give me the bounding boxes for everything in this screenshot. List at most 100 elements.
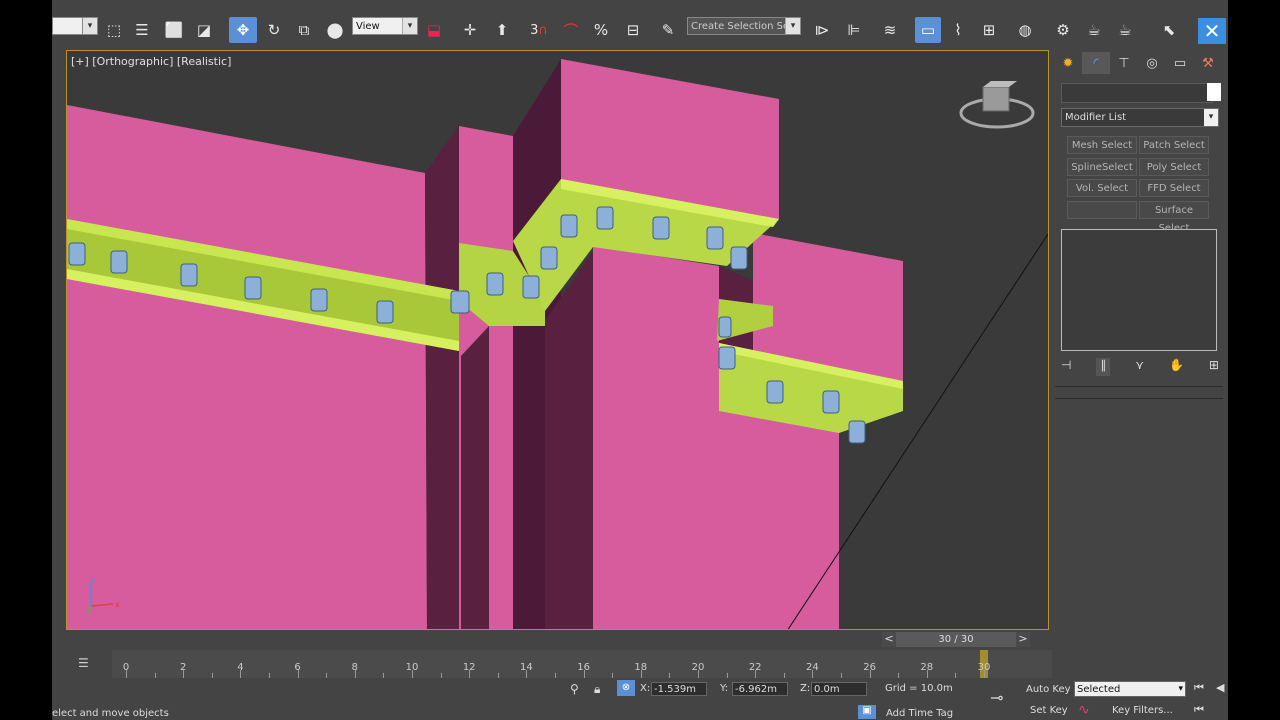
rotate-icon[interactable]: ↻ (262, 17, 286, 43)
time-slider-label[interactable]: 30 / 30 (896, 632, 1016, 647)
render-setup-icon[interactable]: ⚙ (1050, 17, 1076, 43)
time-slider[interactable]: < 30 / 30 > (882, 632, 1030, 647)
object-name-field[interactable] (1061, 83, 1213, 103)
align-icon[interactable]: ⊫ (842, 17, 866, 43)
rect-selection-icon[interactable]: ⬜ (163, 17, 185, 43)
lock-icon[interactable]: 🔒︎ (594, 682, 600, 697)
pivot-icon[interactable]: ⬓ (422, 17, 446, 43)
select-manipulate-icon[interactable]: ⬤ (324, 17, 346, 43)
reference-coord-dropdown[interactable]: View ▾ (352, 17, 418, 35)
surface-select-button[interactable]: Surface Select (1139, 201, 1209, 234)
named-selection-set-field[interactable]: Create Selection Se ▾ (687, 17, 801, 35)
create-tab-icon[interactable]: ✹ (1054, 52, 1082, 74)
pin-icon[interactable]: ⬉ (1156, 17, 1182, 43)
isolate-icon[interactable]: ⚲ (570, 682, 579, 696)
modify-tab-icon[interactable]: ◜ (1082, 52, 1110, 74)
timeline-tick-label: 20 (691, 662, 705, 673)
spinner-snap-icon[interactable]: ⊟ (620, 17, 646, 43)
x-coord-field[interactable]: -1.539m (651, 682, 707, 696)
add-time-tag[interactable]: Add Time Tag (886, 708, 953, 719)
z-coord-field[interactable]: 0.0m (811, 682, 867, 696)
timeline-tick-label: 6 (294, 662, 301, 673)
time-slider-prev[interactable]: < (882, 632, 896, 647)
select-by-name-icon[interactable]: ☰ (131, 17, 153, 43)
vol-select-button[interactable]: Vol. Select (1067, 179, 1137, 197)
chevron-down-icon: ▾ (402, 18, 417, 34)
key-filters-button[interactable]: Key Filters... (1112, 705, 1173, 716)
mesh-select-button[interactable]: Mesh Select (1067, 136, 1137, 154)
make-unique-icon[interactable]: ⋎ (1135, 358, 1144, 376)
chevron-down-icon: ▾ (1178, 684, 1183, 694)
object-color-swatch[interactable] (1207, 83, 1221, 101)
modifier-list-dropdown[interactable]: Modifier List ▾ (1061, 108, 1219, 127)
poly-select-button[interactable]: Poly Select (1139, 158, 1209, 176)
status-prompt: elect and move objects (52, 708, 169, 719)
command-panel: ✹ ◜ ⊤ ◎ ▭ ⚒ Modifier List ▾ Mesh Select P… (1052, 50, 1228, 672)
set-key-button[interactable]: Set Key (1030, 705, 1068, 716)
viewport-orthographic[interactable]: [+] [Orthographic] [Realistic] z x (66, 50, 1049, 630)
window-crossing-icon[interactable]: ◪ (193, 17, 215, 43)
track-bar[interactable]: 0 2 4 6 8 10 12 14 16 18 20 22 24 26 28 30 (112, 650, 1052, 678)
wall-left-side (425, 126, 459, 629)
move-icon[interactable]: ✥ (229, 17, 257, 43)
key-mode-dropdown[interactable]: Selected ▾ (1074, 681, 1186, 697)
select-object-icon[interactable]: ⬚ (103, 17, 125, 43)
auto-key-button[interactable]: Auto Key (1026, 684, 1071, 695)
schematic-view-icon[interactable]: ⊞ (976, 17, 1002, 43)
edit-named-sets-icon[interactable]: ✎ (656, 17, 680, 43)
layer-manager-icon[interactable]: ≋ (878, 17, 902, 43)
scene-render (67, 59, 1048, 629)
show-end-result-icon[interactable]: ∥ (1096, 358, 1111, 376)
snaps-toggle-icon[interactable]: 3 ∩ (526, 17, 552, 43)
axis-x-label: x (115, 600, 120, 609)
remove-modifier-icon[interactable]: ✋ (1169, 358, 1184, 376)
modifier-stack[interactable] (1061, 229, 1217, 351)
curve-editor-icon[interactable]: ⌇ (945, 17, 971, 43)
key-icon[interactable]: ⊸ (990, 688, 1003, 707)
timeline-tick (326, 673, 328, 678)
ffd-select-button[interactable]: FFD Select (1139, 179, 1209, 197)
axis-z-label: z (91, 575, 96, 584)
selection-filter-arrow[interactable]: ▾ (82, 17, 98, 35)
x-label: X: (640, 683, 651, 694)
percent-snap-icon[interactable]: % (588, 17, 614, 43)
timeline-tick-label: 14 (520, 662, 533, 673)
mirror-icon[interactable]: ⧐ (810, 17, 834, 43)
prev-key-icon[interactable]: ⏮ (1194, 703, 1204, 717)
wall-front (593, 246, 719, 629)
spline-select-button[interactable]: SplineSelect (1067, 158, 1137, 176)
hierarchy-tab-icon[interactable]: ⊤ (1110, 52, 1138, 74)
timeline-tick (726, 673, 728, 678)
chevron-down-icon: ▾ (83, 18, 97, 34)
render-icon[interactable]: ☕ (1112, 17, 1138, 43)
set-key-icon[interactable]: ∿ (1078, 702, 1090, 718)
timeline-tick (154, 673, 156, 678)
configure-sets-icon[interactable]: ⊞ (1209, 358, 1219, 376)
mini-curve-editor-icon[interactable]: ☰ (78, 656, 89, 670)
graphite-ribbon-icon[interactable]: ▭ (915, 17, 941, 43)
patch-select-button[interactable]: Patch Select (1139, 136, 1209, 154)
pin-stack-icon[interactable]: ⊣ (1061, 358, 1071, 376)
scale-icon[interactable]: ⧉ (292, 17, 316, 43)
select-and-link-icon[interactable]: ✛ (458, 17, 482, 43)
add-time-tag-icon[interactable]: ▣ (858, 705, 876, 719)
wall-middle-shadow (461, 326, 489, 629)
wall-left (67, 105, 427, 629)
close-icon[interactable]: ✕ (1198, 18, 1226, 44)
z-label: Z: (800, 683, 811, 694)
time-slider-next[interactable]: > (1016, 632, 1030, 647)
display-tab-icon[interactable]: ▭ (1166, 52, 1194, 74)
chevron-down-icon: ▾ (785, 18, 800, 34)
align-to-view-icon[interactable]: ⬆ (490, 17, 514, 43)
rendered-frame-icon[interactable]: ☕ (1081, 17, 1107, 43)
viewport-label[interactable]: [+] [Orthographic] [Realistic] (71, 55, 231, 68)
goto-start-icon[interactable]: ⏮ (1194, 681, 1204, 695)
material-editor-icon[interactable]: ◍ (1012, 17, 1038, 43)
absolute-mode-icon[interactable]: ⊗ (617, 680, 635, 696)
y-coord-field[interactable]: -6.962m (732, 682, 788, 696)
motion-tab-icon[interactable]: ◎ (1138, 52, 1166, 74)
utilities-tab-icon[interactable]: ⚒ (1194, 52, 1222, 74)
angle-snap-icon[interactable]: ⌒ (558, 17, 584, 43)
play-prev-icon[interactable]: ◀ (1216, 681, 1224, 694)
empty-modifier-button[interactable] (1067, 201, 1137, 219)
